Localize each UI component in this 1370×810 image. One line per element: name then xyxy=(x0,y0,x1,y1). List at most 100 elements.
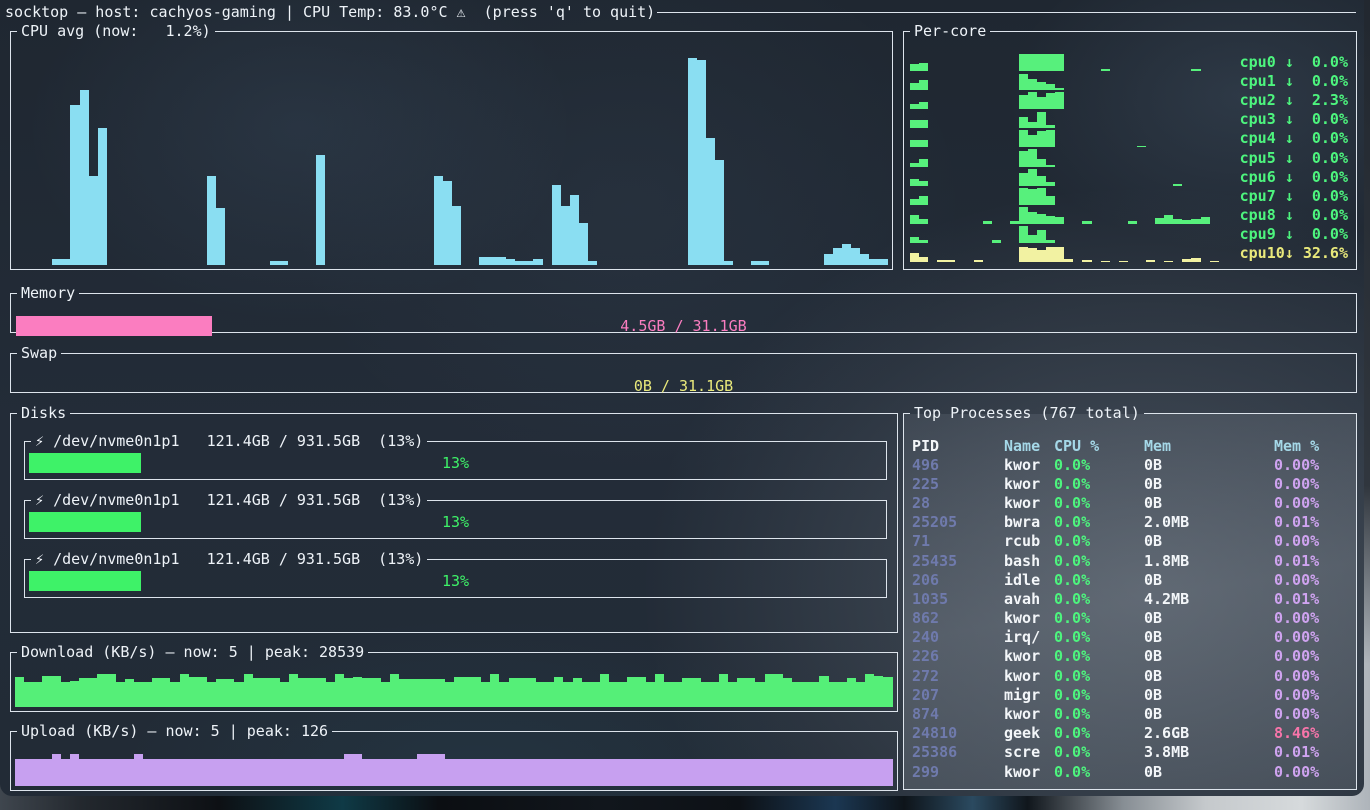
bar xyxy=(499,682,508,707)
bar xyxy=(646,759,655,786)
download-panel: Download (KB/s) — now: 5 | peak: 28539 xyxy=(10,645,898,712)
core-sparkline xyxy=(910,187,1228,205)
process-cell: geek xyxy=(1004,724,1054,742)
bar xyxy=(851,248,860,265)
process-cell: 0.0% xyxy=(1054,763,1144,781)
bar xyxy=(983,221,992,224)
process-cell: 0.00% xyxy=(1274,532,1348,550)
bar xyxy=(588,261,597,265)
bar xyxy=(1037,97,1046,109)
lightning-icon: ⚡ xyxy=(35,491,53,509)
bar xyxy=(1182,220,1191,225)
bar xyxy=(751,261,760,265)
bar xyxy=(116,759,125,786)
bar xyxy=(89,176,98,265)
process-cell: 28 xyxy=(912,494,1004,512)
bar xyxy=(216,208,225,265)
lightning-icon: ⚡ xyxy=(35,550,53,568)
process-cell: 0.0% xyxy=(1054,513,1144,531)
core-sparkline xyxy=(910,149,1228,167)
bar xyxy=(591,759,600,786)
disk-entry: ⚡ /dev/nvme0n1p1 121.4GB / 931.5GB (13%)… xyxy=(24,493,887,539)
bar xyxy=(1028,189,1037,205)
process-cell: 0.0% xyxy=(1054,647,1144,665)
bar xyxy=(792,759,801,786)
bar xyxy=(463,677,472,707)
bar xyxy=(919,240,928,243)
process-cell: 2.0MB xyxy=(1144,513,1274,531)
bar xyxy=(97,674,106,707)
bar xyxy=(317,759,326,786)
bar xyxy=(609,759,618,786)
bar xyxy=(582,682,591,707)
bar xyxy=(106,759,115,786)
bar xyxy=(883,759,892,786)
bar xyxy=(552,185,561,265)
upload-panel-title: Upload (KB/s) — now: 5 | peak: 126 xyxy=(17,724,332,738)
bar xyxy=(435,679,444,707)
bar xyxy=(524,261,533,265)
process-cell: kwor xyxy=(1004,763,1054,781)
process-cell: 71 xyxy=(912,532,1004,550)
bar xyxy=(655,674,664,707)
terminal-window[interactable]: socktop — host: cachyos-gaming | CPU Tem… xyxy=(0,0,1364,796)
bar xyxy=(390,759,399,786)
disk-list: ⚡ /dev/nvme0n1p1 121.4GB / 931.5GB (13%)… xyxy=(24,434,887,611)
bar xyxy=(1010,221,1019,225)
bar xyxy=(792,682,801,707)
process-header-cell: Name xyxy=(1004,437,1054,455)
bar xyxy=(706,138,715,265)
bar xyxy=(919,196,928,205)
top-processes-panel: Top Processes (767 total) PIDNameCPU %Me… xyxy=(903,406,1357,790)
bar xyxy=(1028,92,1037,109)
core-sparkline xyxy=(910,110,1228,128)
bar xyxy=(1119,261,1128,262)
bar xyxy=(1037,176,1046,186)
process-cell: 0.0% xyxy=(1054,686,1144,704)
bar xyxy=(715,160,724,266)
bar xyxy=(97,759,106,786)
process-cell: 862 xyxy=(912,609,1004,627)
cpu-avg-panel-title: CPU avg (now: 1.2%) xyxy=(17,24,215,38)
bar xyxy=(865,674,874,707)
bar xyxy=(417,754,426,786)
process-cell: 0.00% xyxy=(1274,456,1348,474)
bar xyxy=(381,759,390,786)
core-row: cpu1 ↓ 0.0% xyxy=(910,71,1348,90)
bar xyxy=(70,754,79,786)
disk-entry-title: ⚡ /dev/nvme0n1p1 121.4GB / 931.5GB (13%) xyxy=(31,434,427,448)
bar xyxy=(829,682,838,707)
bar xyxy=(691,759,700,786)
bar xyxy=(746,678,755,707)
bar xyxy=(609,682,618,707)
bar xyxy=(910,199,919,205)
bar xyxy=(189,759,198,786)
bar xyxy=(271,678,280,707)
bar xyxy=(61,682,70,707)
bar xyxy=(1019,226,1028,243)
bar xyxy=(52,259,61,265)
process-row: 71rcub0.0%0B0.00% xyxy=(912,532,1348,551)
bar xyxy=(381,682,390,707)
bar xyxy=(582,759,591,786)
bar xyxy=(417,679,426,707)
bar xyxy=(270,261,279,265)
bar xyxy=(691,678,700,707)
bar xyxy=(765,674,774,707)
bar xyxy=(865,759,874,786)
process-cell: 25205 xyxy=(912,513,1004,531)
process-cell: 0.00% xyxy=(1274,763,1348,781)
process-cell: 240 xyxy=(912,628,1004,646)
bar xyxy=(570,195,579,265)
process-cell: 0B xyxy=(1144,686,1274,704)
process-table: PIDNameCPU %MemMem %496kwor0.0%0B0.00%22… xyxy=(912,436,1348,781)
bar xyxy=(1028,54,1037,71)
bar xyxy=(937,260,946,262)
bar xyxy=(1019,117,1028,128)
bar xyxy=(70,681,79,707)
bar xyxy=(919,63,928,71)
bar xyxy=(1046,93,1055,109)
process-row: 299kwor0.0%0B0.00% xyxy=(912,762,1348,781)
core-sparkline xyxy=(910,244,1228,262)
bar xyxy=(746,759,755,786)
